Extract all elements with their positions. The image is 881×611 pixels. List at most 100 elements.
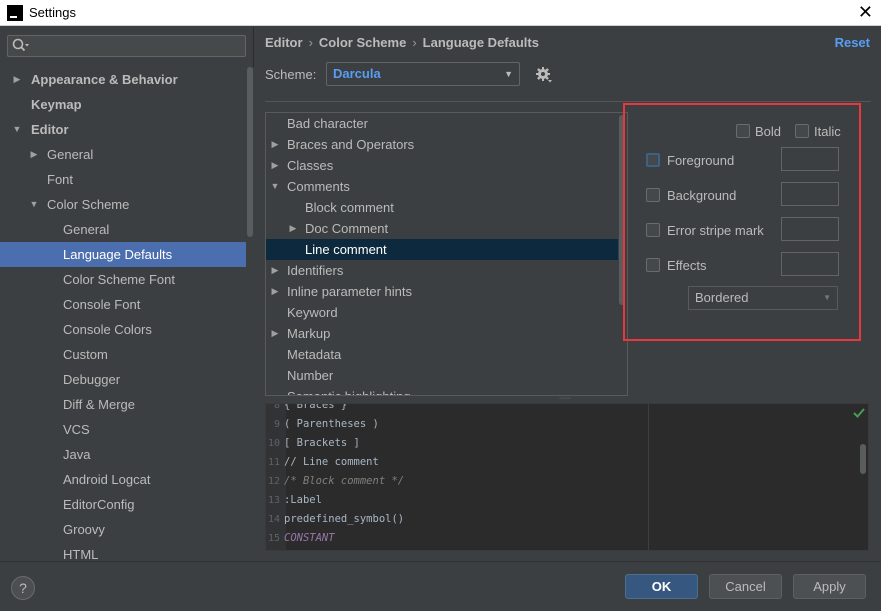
sidebar-item[interactable]: EditorConfig xyxy=(0,492,246,517)
sidebar-item[interactable]: VCS xyxy=(0,417,246,442)
sidebar-item[interactable]: General xyxy=(0,217,246,242)
code-line: 14 predefined_symbol() xyxy=(266,510,404,529)
error-stripe-label: Error stripe mark xyxy=(667,223,764,238)
attribute-item[interactable]: ▶ Classes xyxy=(266,155,628,176)
sidebar-item[interactable]: Color Scheme Font xyxy=(0,267,246,292)
effects-label: Effects xyxy=(667,258,707,273)
sidebar-item[interactable]: ▼ Color Scheme xyxy=(0,192,246,217)
effects-checkbox[interactable] xyxy=(646,258,660,272)
search-input[interactable] xyxy=(7,35,246,57)
sidebar-scrollbar-thumb[interactable] xyxy=(247,67,253,237)
bold-checkbox[interactable] xyxy=(736,124,750,138)
chevron-right-icon[interactable]: ▶ xyxy=(269,155,281,176)
error-stripe-color-swatch[interactable] xyxy=(781,217,839,241)
cancel-button[interactable]: Cancel xyxy=(709,574,782,599)
close-icon[interactable]: ✕ xyxy=(858,2,873,22)
attribute-item[interactable]: ▶ Braces and Operators xyxy=(266,134,628,155)
chevron-right-icon[interactable]: ▶ xyxy=(269,134,281,155)
attribute-properties-panel: Bold Italic Foreground Background Error … xyxy=(623,103,861,341)
sidebar-item-label: Appearance & Behavior xyxy=(31,72,178,87)
line-number: 12 xyxy=(267,476,280,487)
sidebar-item[interactable]: Debugger xyxy=(0,367,246,392)
effect-type-select[interactable]: Bordered ▼ xyxy=(688,286,838,310)
code-preview[interactable]: 8 { Braces } 9 ( Parentheses ) 10 [ Brackets … xyxy=(265,403,869,551)
effect-type-value: Bordered xyxy=(695,290,749,305)
sidebar-item[interactable]: Console Font xyxy=(0,292,246,317)
foreground-color-swatch[interactable] xyxy=(781,147,839,171)
sidebar-item[interactable]: Java xyxy=(0,442,246,467)
chevron-right-icon[interactable]: ▶ xyxy=(28,142,40,167)
attribute-item[interactable]: ▶ Inline parameter hints xyxy=(266,281,628,302)
attribute-item[interactable]: ▶ Markup xyxy=(266,323,628,344)
sidebar-item[interactable]: ▼ Editor xyxy=(0,117,246,142)
attribute-item-label: Comments xyxy=(287,179,350,194)
line-number: 14 xyxy=(267,514,280,525)
chevron-right-icon[interactable]: ▶ xyxy=(269,281,281,302)
intellij-logo-icon xyxy=(7,4,23,21)
sidebar-item[interactable]: ▶ General xyxy=(0,142,246,167)
line-number: 15 xyxy=(267,533,280,544)
attribute-item[interactable]: Bad character xyxy=(266,113,628,134)
background-checkbox[interactable] xyxy=(646,188,660,202)
error-stripe-checkbox[interactable] xyxy=(646,223,660,237)
chevron-right-icon[interactable]: ▶ xyxy=(269,323,281,344)
chevron-down-icon[interactable]: ▼ xyxy=(269,176,281,197)
sidebar-item[interactable]: Android Logcat xyxy=(0,467,246,492)
attribute-item[interactable]: Metadata xyxy=(266,344,628,365)
breadcrumb-editor[interactable]: Editor xyxy=(265,35,303,50)
code-line: 15 CONSTANT xyxy=(266,529,335,548)
sidebar-item-label: Java xyxy=(63,447,91,462)
scheme-label: Scheme: xyxy=(265,67,317,82)
sidebar-item[interactable]: Custom xyxy=(0,342,246,367)
sidebar-item[interactable]: Console Colors xyxy=(0,317,246,342)
attribute-item[interactable]: ▶ Identifiers xyxy=(266,260,628,281)
gear-icon[interactable] xyxy=(535,66,553,84)
background-color-swatch[interactable] xyxy=(781,182,839,206)
dialog-footer: ? OK Cancel Apply xyxy=(0,561,881,611)
sidebar-scrollbar[interactable] xyxy=(246,67,254,561)
chevron-down-icon[interactable]: ▼ xyxy=(28,192,40,217)
attribute-item[interactable]: Semantic highlighting xyxy=(266,386,628,395)
chevron-right-icon[interactable]: ▶ xyxy=(11,67,23,92)
sidebar-item[interactable]: Language Defaults xyxy=(0,242,246,267)
chevron-down-icon[interactable]: ▼ xyxy=(11,117,23,142)
italic-checkbox[interactable] xyxy=(795,124,809,138)
code-text: // Line comment xyxy=(284,456,379,468)
attribute-item[interactable]: Number xyxy=(266,365,628,386)
attribute-item-label: Keyword xyxy=(287,305,338,320)
ok-button[interactable]: OK xyxy=(625,574,698,599)
foreground-checkbox[interactable] xyxy=(646,153,660,167)
attribute-item[interactable]: ▶ Doc Comment xyxy=(266,218,628,239)
attribute-item[interactable]: ▼ Comments xyxy=(266,176,628,197)
splitter-handle[interactable]: ⋯⋯ xyxy=(555,396,575,402)
reset-link[interactable]: Reset xyxy=(835,35,870,50)
attribute-item[interactable]: Line comment xyxy=(266,239,628,260)
preview-scrollbar[interactable] xyxy=(860,444,866,474)
attribute-item-label: Bad character xyxy=(287,116,368,131)
settings-tree: ▶ Appearance & Behavior Keymap ▼ Editor ▶ Gene… xyxy=(0,67,246,567)
breadcrumb-separator: › xyxy=(412,35,417,50)
sidebar-item-label: Console Font xyxy=(63,297,141,312)
scheme-select[interactable]: Darcula ▼ xyxy=(326,62,520,86)
sidebar-item-label: Diff & Merge xyxy=(63,397,136,412)
effects-color-swatch[interactable] xyxy=(781,252,839,276)
chevron-right-icon[interactable]: ▶ xyxy=(269,260,281,281)
sidebar-item[interactable]: Diff & Merge xyxy=(0,392,246,417)
sidebar-item-label: Console Colors xyxy=(63,322,152,337)
code-line: 13:Label xyxy=(266,491,322,510)
sidebar-item[interactable]: Keymap xyxy=(0,92,246,117)
sidebar-item[interactable]: Font xyxy=(0,167,246,192)
code-text: { Braces } xyxy=(284,403,348,411)
apply-button[interactable]: Apply xyxy=(793,574,866,599)
breadcrumb-color-scheme[interactable]: Color Scheme xyxy=(319,35,406,50)
sidebar-item-label: Color Scheme xyxy=(47,197,130,212)
attribute-item[interactable]: Block comment xyxy=(266,197,628,218)
attribute-tree: Bad character ▶ Braces and Operators ▶ Class… xyxy=(265,112,628,396)
scheme-value: Darcula xyxy=(333,66,381,81)
sidebar-item[interactable]: ▶ Appearance & Behavior xyxy=(0,67,246,92)
chevron-right-icon[interactable]: ▶ xyxy=(287,218,299,239)
sidebar-item[interactable]: Groovy xyxy=(0,517,246,542)
attribute-item[interactable]: Keyword xyxy=(266,302,628,323)
sidebar-item-label: Editor xyxy=(31,122,69,137)
help-button[interactable]: ? xyxy=(11,576,35,600)
